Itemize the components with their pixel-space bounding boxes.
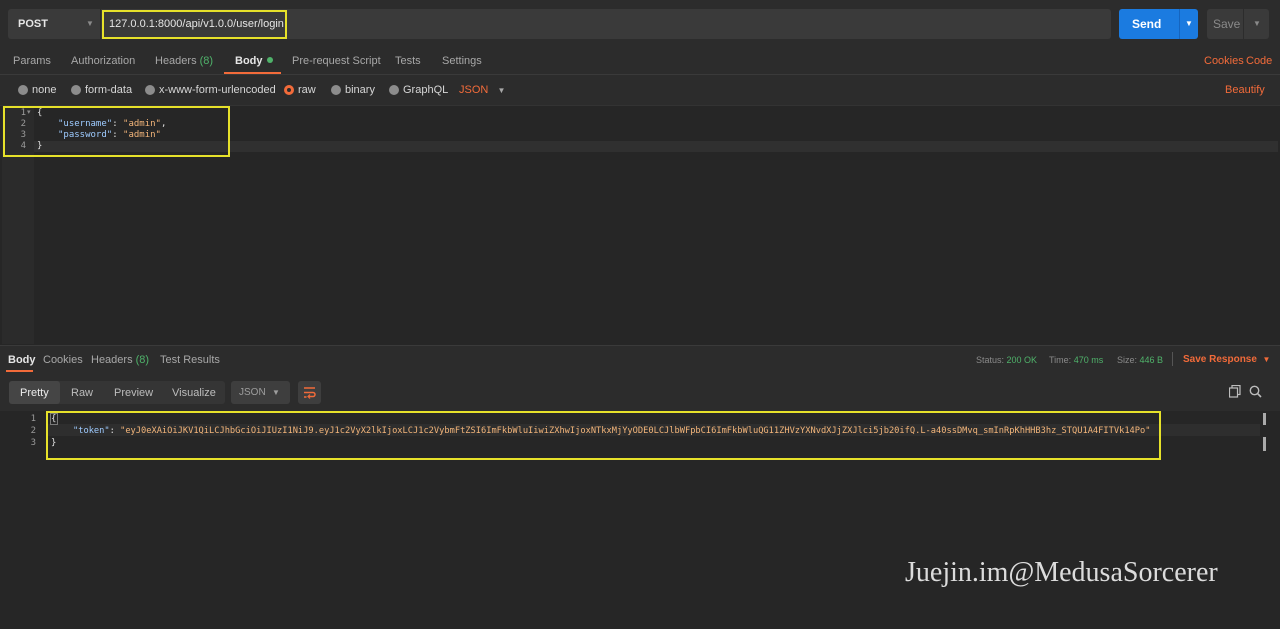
method-label: POST [18,18,48,30]
chevron-down-icon: ▼ [497,86,506,95]
response-highlight-box [46,411,1161,460]
tab-params[interactable]: Params [13,55,51,67]
res-tab-body[interactable]: Body [8,354,36,366]
view-preview[interactable]: Preview [114,387,153,399]
save-response-button[interactable]: Save Response ▼ [1183,354,1270,365]
code-link[interactable]: Code [1246,55,1272,67]
line-number: 3 [30,438,36,448]
res-tab-headers-label: Headers [91,354,133,366]
body-highlight-box [3,106,230,157]
res-tab-headers[interactable]: Headers (8) [91,354,149,366]
active-res-tab-underline [6,370,33,372]
status-info: Status: 200 OK [976,355,1037,365]
view-pretty-label: Pretty [20,387,49,399]
size-label: Size: [1117,355,1138,365]
size-value: 446 B [1139,355,1164,365]
radio-raw[interactable] [284,85,294,95]
response-format-label: JSON [239,387,266,398]
watermark-text: Juejin.im@MedusaSorcerer [905,557,1218,588]
tab-tests[interactable]: Tests [395,55,421,67]
tab-body-label: Body [235,55,263,67]
save-label: Save [1213,17,1241,31]
copy-icon[interactable] [1228,384,1241,401]
search-icon[interactable] [1249,385,1262,401]
save-response-label: Save Response [1183,354,1257,365]
save-button[interactable]: Save [1207,9,1243,39]
line-number: 1 [30,414,36,424]
status-label: Status: [976,355,1005,365]
time-info: Time: 470 ms [1049,355,1103,365]
response-gutter: 1 2 3 [0,411,40,629]
tab-body[interactable]: Body [235,55,273,67]
time-value: 470 ms [1073,355,1104,365]
scrollbar-marker[interactable] [1263,413,1266,425]
chevron-down-icon: ▼ [86,19,94,28]
radio-urlencoded[interactable] [145,85,155,95]
chevron-down-icon: ▼ [272,388,280,397]
format-select[interactable]: JSON ▼ [459,84,505,96]
view-pretty[interactable]: Pretty [9,381,60,404]
chevron-down-icon: ▼ [1185,19,1193,28]
time-label: Time: [1049,355,1072,365]
wrap-lines-button[interactable] [298,381,321,404]
radio-none[interactable] [18,85,28,95]
save-options-button[interactable]: ▼ [1243,9,1269,39]
radio-form-data[interactable] [71,85,81,95]
tab-prerequest-script[interactable]: Pre-request Script [292,55,381,67]
url-highlight-box [102,10,287,39]
response-bar: Body Cookies Headers (8) Test Results St… [0,345,1280,373]
body-indicator-dot [266,57,273,63]
radio-raw-label: raw [298,84,316,96]
format-select-label: JSON [459,84,489,96]
status-value: 200 OK [1006,355,1038,365]
cookies-link[interactable]: Cookies [1204,55,1244,67]
chevron-down-icon: ▼ [1262,355,1271,364]
radio-graphql-label: GraphQL [403,84,449,96]
res-headers-count: (8) [135,354,150,366]
beautify-link[interactable]: Beautify [1225,84,1265,96]
body-type-row: none form-data x-www-form-urlencoded raw… [0,75,1280,105]
radio-binary[interactable] [331,85,341,95]
tab-headers-label: Headers [155,55,197,67]
size-info: Size: 446 B [1117,355,1163,365]
line-number: 2 [30,426,36,436]
tab-settings[interactable]: Settings [442,55,482,67]
send-button[interactable]: Send [1119,9,1179,39]
request-tabs: Params Authorization Headers (8) Body Pr… [0,48,1280,75]
response-format-select[interactable]: JSON ▼ [231,381,290,404]
view-raw[interactable]: Raw [71,387,93,399]
chevron-down-icon: ▼ [1253,19,1261,28]
wrap-lines-icon [304,387,316,399]
radio-form-data-label: form-data [85,84,133,96]
view-visualize[interactable]: Visualize [172,387,216,399]
radio-graphql[interactable] [389,85,399,95]
res-tab-test-results[interactable]: Test Results [160,354,220,366]
radio-binary-label: binary [345,84,375,96]
scrollbar-marker[interactable] [1263,437,1266,451]
tab-authorization[interactable]: Authorization [71,55,135,67]
radio-none-label: none [32,84,57,96]
method-select[interactable]: POST ▼ [8,9,100,39]
send-options-button[interactable]: ▼ [1179,9,1198,39]
radio-urlencoded-label: x-www-form-urlencoded [159,84,276,96]
send-label: Send [1132,17,1162,31]
divider [1172,352,1173,366]
headers-count: (8) [199,55,214,67]
res-tab-cookies[interactable]: Cookies [43,354,83,366]
active-tab-underline [224,72,281,74]
tab-headers[interactable]: Headers (8) [155,55,213,67]
